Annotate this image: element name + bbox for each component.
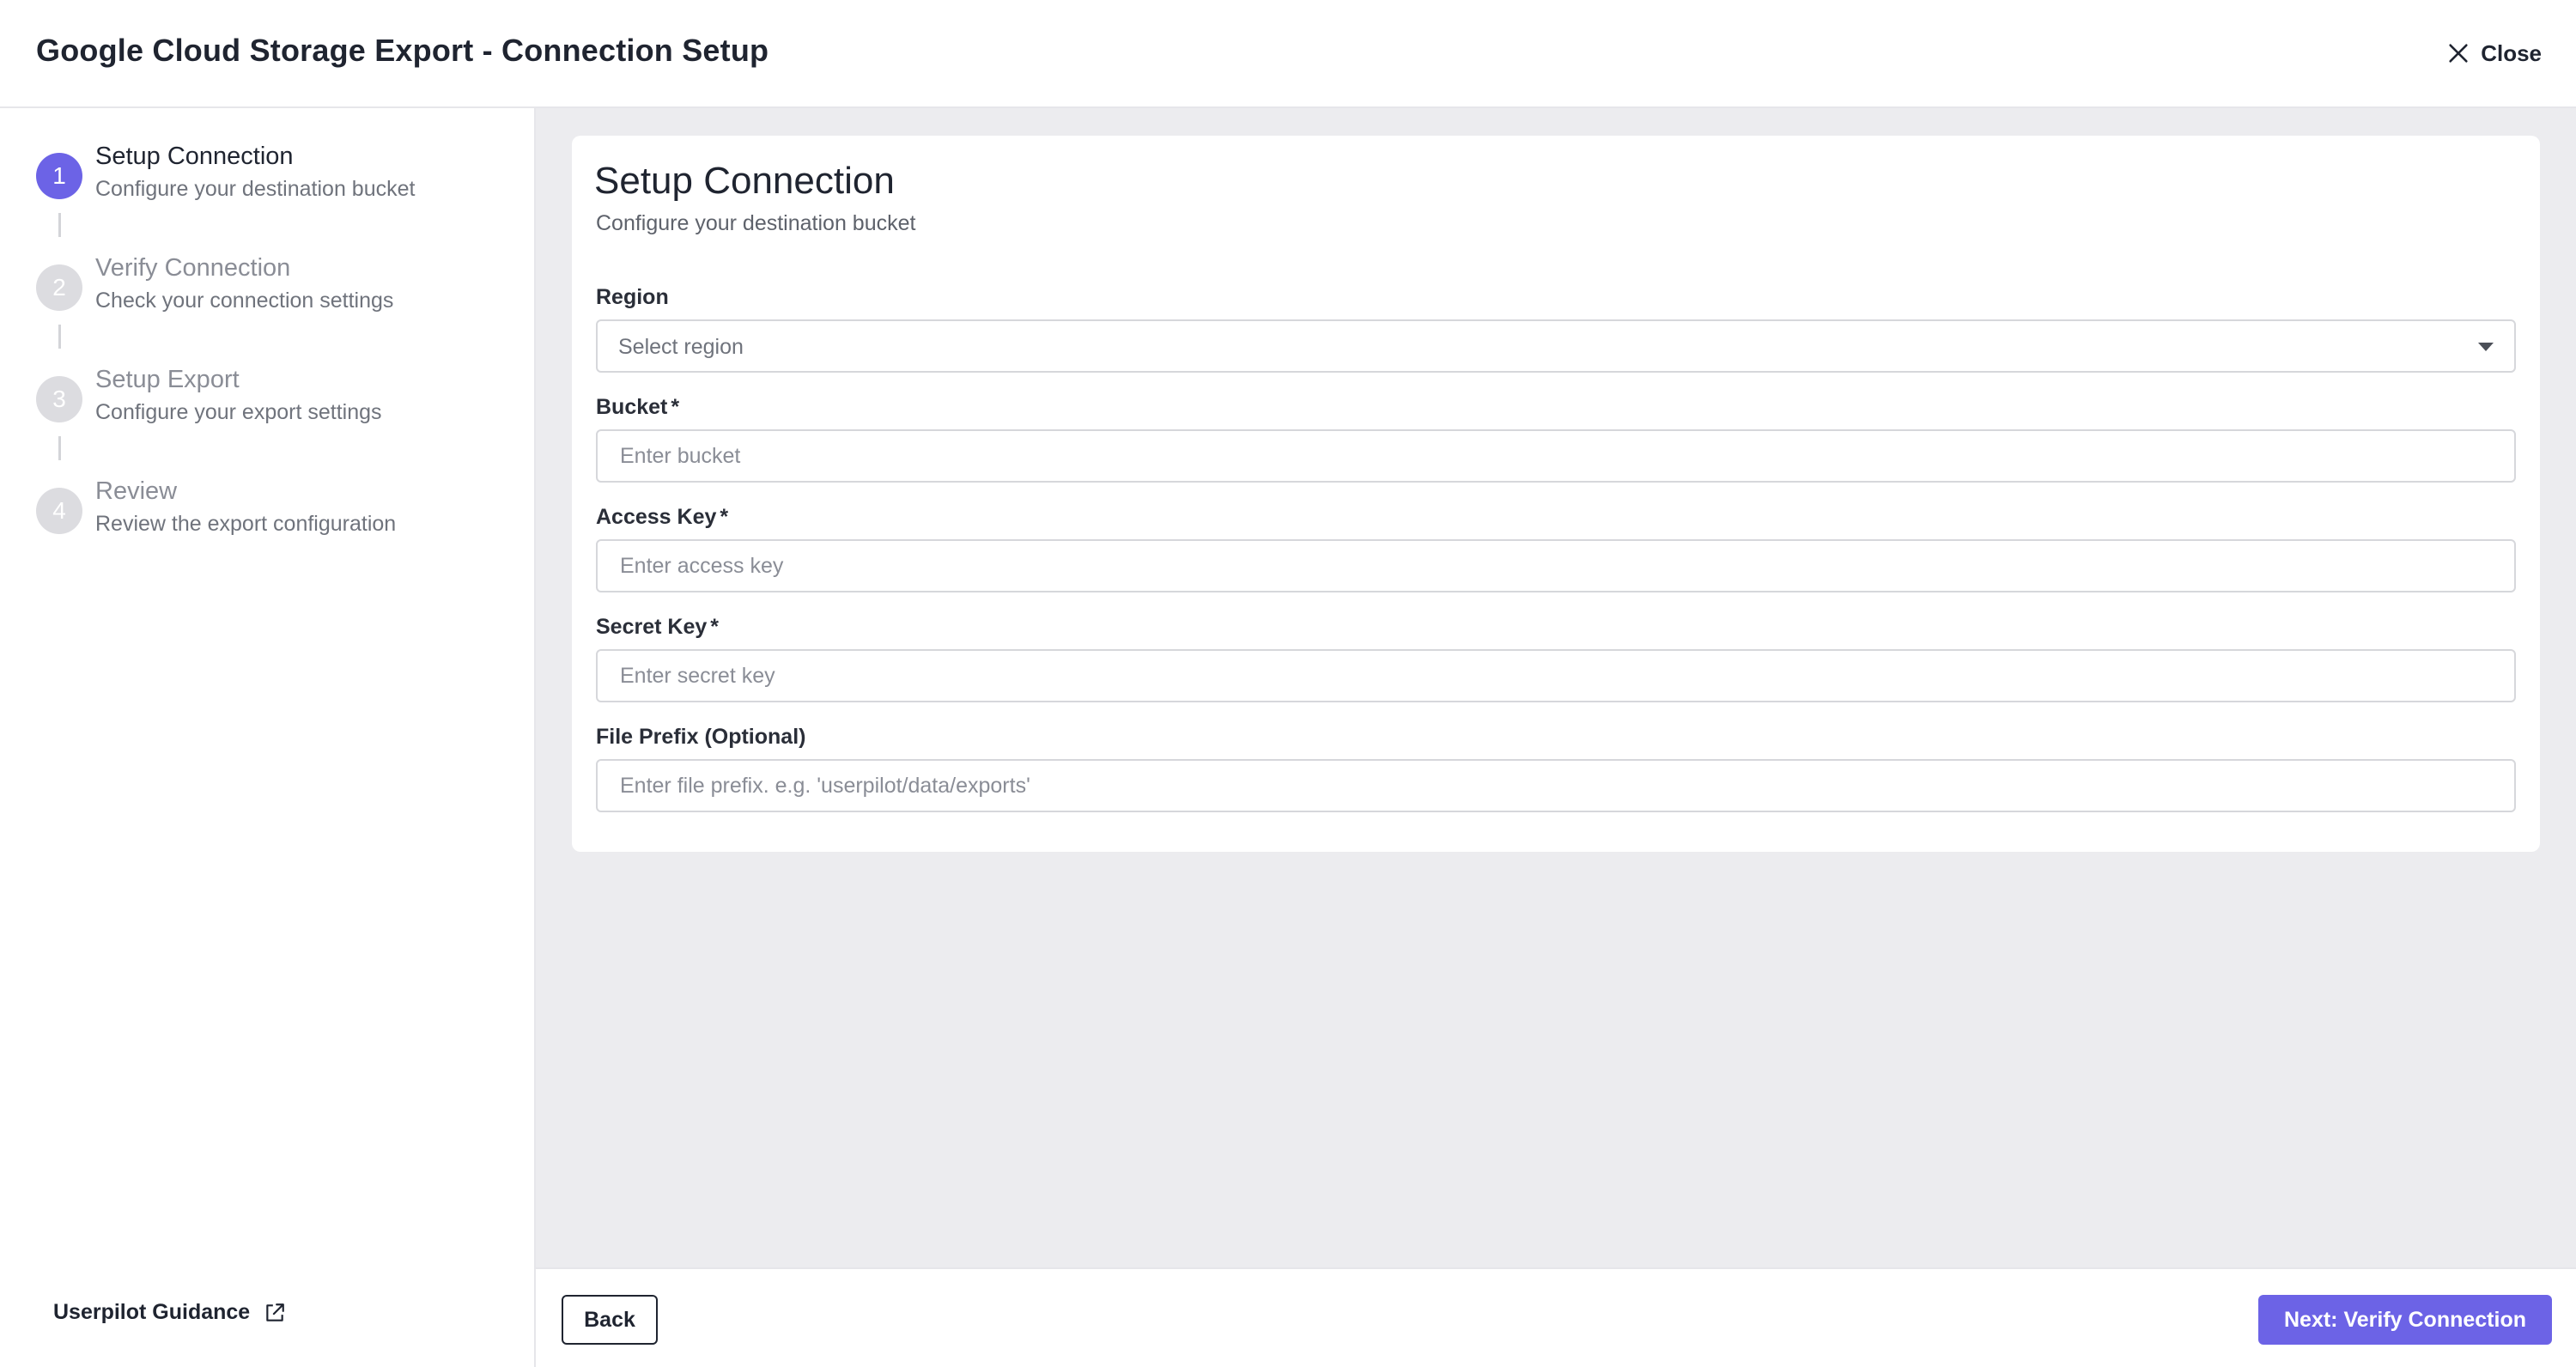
bucket-label: Bucket * xyxy=(596,395,679,420)
access-key-input[interactable] xyxy=(598,541,2514,591)
access-key-label-text: Access Key xyxy=(596,505,717,529)
step-subtitle: Review the export configuration xyxy=(95,512,397,536)
page-title: Google Cloud Storage Export - Connection… xyxy=(36,33,769,68)
step-title: Verify Connection xyxy=(95,254,291,282)
step-connector xyxy=(58,325,61,349)
region-label-text: Region xyxy=(596,285,669,309)
back-button[interactable]: Back xyxy=(562,1295,658,1345)
bucket-field-wrapper xyxy=(596,429,2516,483)
access-key-field-wrapper xyxy=(596,539,2516,592)
step-number-badge: 2 xyxy=(36,264,82,311)
region-label: Region xyxy=(596,285,669,310)
step-number-badge: 1 xyxy=(36,153,82,199)
connection-form-card: Setup Connection Configure your destinat… xyxy=(572,136,2540,852)
step-setup-export[interactable]: 3 Setup Export Configure your export set… xyxy=(36,366,517,477)
bucket-label-text: Bucket xyxy=(596,395,668,419)
secret-key-label-text: Secret Key xyxy=(596,615,708,639)
userpilot-guidance-link[interactable]: Userpilot Guidance xyxy=(53,1300,286,1325)
guidance-label: Userpilot Guidance xyxy=(53,1300,251,1324)
modal-footer: Back Next: Verify Connection xyxy=(536,1267,2576,1367)
bucket-input[interactable] xyxy=(598,431,2514,481)
required-mark: * xyxy=(710,615,719,639)
step-verify-connection[interactable]: 2 Verify Connection Check your connectio… xyxy=(36,254,517,366)
required-mark: * xyxy=(671,395,680,419)
next-verify-connection-button[interactable]: Next: Verify Connection xyxy=(2258,1295,2552,1345)
external-link-icon xyxy=(266,1303,285,1321)
secret-key-input[interactable] xyxy=(598,651,2514,701)
export-setup-modal: Google Cloud Storage Export - Connection… xyxy=(0,0,2576,1367)
access-key-label: Access Key * xyxy=(596,505,728,530)
modal-header: Google Cloud Storage Export - Connection… xyxy=(0,0,2576,108)
close-label: Close xyxy=(2481,39,2542,66)
step-review[interactable]: 4 Review Review the export configuration xyxy=(36,477,517,589)
secret-key-label: Secret Key * xyxy=(596,615,719,640)
chevron-down-icon xyxy=(2478,343,2494,351)
step-title: Review xyxy=(95,477,178,505)
step-connector xyxy=(58,436,61,460)
step-number-badge: 4 xyxy=(36,488,82,534)
step-subtitle: Configure your export settings xyxy=(95,400,382,424)
step-list: 1 Setup Connection Configure your destin… xyxy=(36,143,517,589)
main-content: Setup Connection Configure your destinat… xyxy=(536,108,2576,1267)
required-mark: * xyxy=(720,505,729,529)
file-prefix-label: File Prefix (Optional) xyxy=(596,725,805,750)
form-subtitle: Configure your destination bucket xyxy=(596,211,916,235)
step-number-badge: 3 xyxy=(36,376,82,422)
step-connector xyxy=(58,213,61,237)
close-icon xyxy=(2449,44,2468,63)
region-select[interactable]: Select region xyxy=(596,319,2516,373)
step-subtitle: Check your connection settings xyxy=(95,289,394,313)
steps-sidebar: 1 Setup Connection Configure your destin… xyxy=(0,108,536,1367)
step-subtitle: Configure your destination bucket xyxy=(95,177,416,201)
file-prefix-field-wrapper xyxy=(596,759,2516,812)
step-setup-connection[interactable]: 1 Setup Connection Configure your destin… xyxy=(36,143,517,254)
close-button[interactable]: Close xyxy=(2446,36,2542,70)
secret-key-field-wrapper xyxy=(596,649,2516,702)
form-title: Setup Connection xyxy=(594,160,895,202)
step-title: Setup Connection xyxy=(95,143,294,170)
step-title: Setup Export xyxy=(95,366,240,393)
file-prefix-input[interactable] xyxy=(598,761,2514,811)
file-prefix-label-text: File Prefix (Optional) xyxy=(596,725,806,749)
region-placeholder: Select region xyxy=(618,335,744,359)
